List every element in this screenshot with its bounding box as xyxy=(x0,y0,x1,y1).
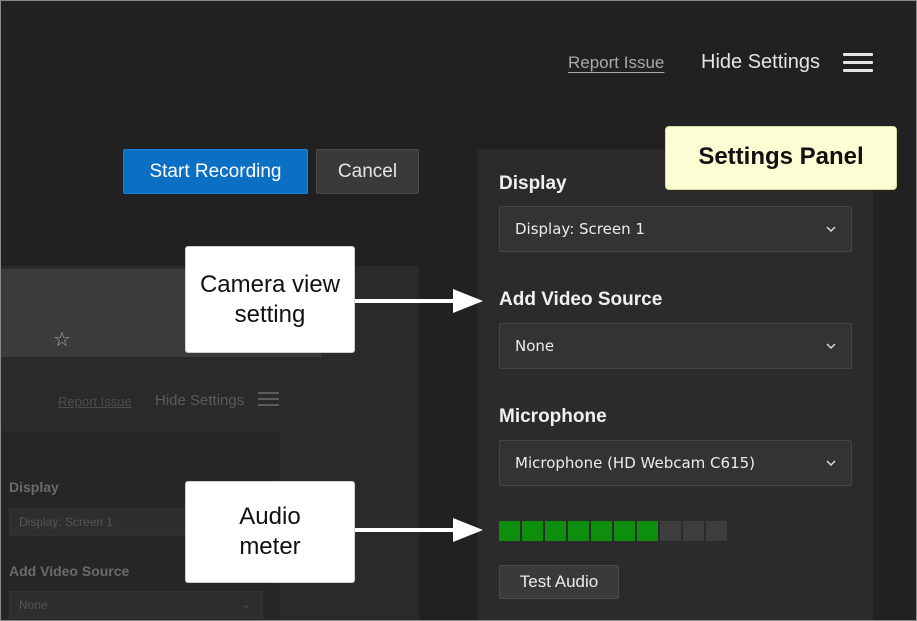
preview-video-label: Add Video Source xyxy=(9,563,130,579)
preview-report-issue: Report Issue xyxy=(58,394,132,409)
camera-callout-line-1: Camera view xyxy=(199,270,341,298)
preview-hide-settings: Hide Settings xyxy=(155,392,245,409)
display-select-value: Display: Screen 1 xyxy=(515,220,645,238)
test-audio-button[interactable]: Test Audio xyxy=(499,565,619,599)
audio-callout-arrow xyxy=(355,518,483,542)
preview-display-value: Display: Screen 1 xyxy=(19,515,114,529)
chevron-down-icon xyxy=(826,460,836,467)
start-recording-button[interactable]: Start Recording xyxy=(123,149,308,194)
hamburger-menu-icon[interactable] xyxy=(843,53,873,73)
chevron-down-icon xyxy=(826,343,836,350)
video-source-select-value: None xyxy=(515,337,555,355)
audio-meter-segment xyxy=(499,521,520,541)
video-source-label: Add Video Source xyxy=(499,289,663,310)
microphone-label: Microphone xyxy=(499,406,607,427)
audio-callout-line-1: Audio xyxy=(239,503,301,530)
preview-menu-icon xyxy=(258,392,279,410)
display-select[interactable]: Display: Screen 1 xyxy=(499,206,852,252)
settings-panel-callout: Settings Panel xyxy=(665,126,897,190)
audio-meter-segment xyxy=(706,521,727,541)
audio-meter-segment xyxy=(522,521,543,541)
audio-meter-segment xyxy=(660,521,681,541)
report-issue-link[interactable]: Report Issue xyxy=(568,53,664,73)
audio-meter-segment xyxy=(683,521,704,541)
audio-meter-segment xyxy=(614,521,635,541)
camera-view-callout: Camera view setting xyxy=(185,246,355,353)
camera-callout-line-2: setting xyxy=(234,300,306,328)
hide-settings-button[interactable]: Hide Settings xyxy=(701,51,820,74)
app-window: Report Issue Hide Settings Start Recordi… xyxy=(0,0,917,621)
audio-meter-segment xyxy=(591,521,612,541)
audio-meter-segment xyxy=(568,521,589,541)
settings-panel: Display Display: Screen 1 Add Video Sour… xyxy=(477,149,873,620)
chevron-down-icon: ⌄ xyxy=(241,597,252,611)
audio-meter-segment xyxy=(637,521,658,541)
preview-video-value: None xyxy=(19,598,48,612)
star-icon: ☆ xyxy=(53,329,71,351)
preview-display-label: Display xyxy=(9,479,59,495)
cancel-button[interactable]: Cancel xyxy=(316,149,419,194)
camera-callout-arrow xyxy=(355,289,483,313)
audio-meter-callout: Audio meter xyxy=(185,481,355,583)
audio-meter-segment xyxy=(545,521,566,541)
microphone-select[interactable]: Microphone (HD Webcam C615) xyxy=(499,440,852,486)
chevron-down-icon xyxy=(826,226,836,233)
audio-callout-line-2: meter xyxy=(239,533,301,560)
microphone-select-value: Microphone (HD Webcam C615) xyxy=(515,454,756,472)
display-label: Display xyxy=(499,173,567,194)
video-source-select[interactable]: None xyxy=(499,323,852,369)
audio-meter xyxy=(499,521,729,541)
